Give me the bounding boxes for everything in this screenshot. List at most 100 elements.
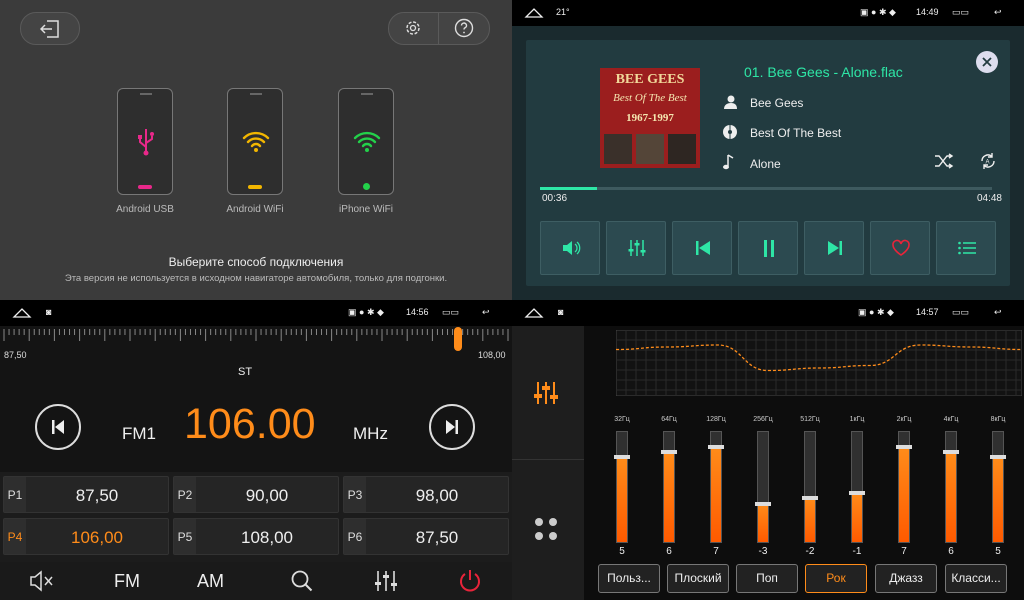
band-slider[interactable] [849, 431, 865, 543]
band-slider[interactable] [896, 431, 912, 543]
eq-preset-button[interactable]: Польз... [598, 564, 660, 593]
band-knob[interactable] [943, 449, 959, 454]
wifi-icon [353, 131, 381, 152]
band-frequency-label: 1кГц [849, 416, 865, 423]
status-bar: ◙ ▣ ● ✱ ◆ 14:57 ▭▭ ↩ [512, 300, 1024, 326]
playlist-button[interactable] [936, 221, 996, 275]
power-icon[interactable] [458, 569, 482, 593]
band-level-fill [993, 457, 1003, 542]
band-gain-value: 7 [901, 546, 907, 557]
eq-preset-button[interactable]: Поп [736, 564, 798, 593]
next-button[interactable] [804, 221, 864, 275]
equalizer-button[interactable] [606, 221, 666, 275]
camera-icon: ◙ [558, 307, 564, 317]
volume-button[interactable] [540, 221, 600, 275]
back-icon[interactable]: ↩ [994, 7, 1002, 18]
preset-value: 90,00 [245, 486, 289, 505]
am-button[interactable]: AM [197, 571, 224, 592]
pause-button[interactable] [738, 221, 798, 275]
band-knob[interactable] [614, 455, 630, 460]
eq-preset-button[interactable]: Плоский [667, 564, 729, 593]
android-wifi-label: Android WiFi [226, 204, 284, 215]
status-icons: ▣ ● ✱ ◆ [860, 7, 896, 17]
bottom-bar [0, 562, 512, 600]
heart-icon [892, 239, 910, 256]
band-slider[interactable] [708, 431, 724, 543]
stereo-indicator: ST [238, 366, 253, 378]
band-slider[interactable] [661, 431, 677, 543]
preset-p5[interactable]: P5 108,00 [173, 518, 339, 555]
favorite-button[interactable] [870, 221, 930, 275]
pause-icon [764, 240, 774, 257]
artist-name: Bee Gees [750, 96, 804, 110]
eq-preset-button[interactable]: Рок [805, 564, 867, 593]
settings-button[interactable] [389, 13, 439, 44]
eq-preset-button[interactable]: Джазз [875, 564, 937, 593]
equalizer-panel: ◙ ▣ ● ✱ ◆ 14:57 ▭▭ ↩ 32Гц 5 64Гц 6 128Гц 7 256… [512, 300, 1024, 600]
band-slider[interactable] [990, 431, 1006, 543]
repeat-icon[interactable]: A [978, 151, 998, 171]
band-slider[interactable] [943, 431, 959, 543]
band-knob[interactable] [708, 445, 724, 450]
preset-label: P3 [344, 477, 366, 512]
band-knob[interactable] [755, 501, 771, 506]
home-icon[interactable] [12, 306, 32, 318]
mute-icon[interactable] [29, 570, 55, 592]
status-icons: ▣ ● ✱ ◆ [348, 307, 384, 317]
back-icon[interactable]: ↩ [482, 307, 490, 318]
band-knob[interactable] [896, 445, 912, 450]
connection-panel: Android USB Android WiFi iPhone WiFi Выб… [0, 0, 512, 300]
preset-p2[interactable]: P2 90,00 [173, 476, 339, 513]
help-button[interactable] [440, 13, 490, 44]
preset-value: 87,50 [415, 528, 459, 547]
exit-icon [40, 20, 59, 38]
preset-label: P6 [344, 519, 366, 554]
band-knob[interactable] [802, 496, 818, 500]
equalizer-icon[interactable] [374, 569, 398, 593]
band-frequency-label: 4кГц [943, 416, 959, 423]
close-icon [982, 57, 992, 67]
search-icon[interactable] [290, 569, 314, 593]
close-button[interactable] [976, 51, 998, 73]
recent-apps-icon[interactable]: ▭▭ [442, 307, 459, 318]
fm-button[interactable]: FM [114, 571, 140, 592]
home-icon[interactable] [524, 306, 544, 318]
band-knob[interactable] [661, 449, 677, 454]
back-button[interactable] [20, 12, 80, 45]
preset-label: P1 [4, 477, 26, 512]
previous-button[interactable] [672, 221, 732, 275]
android-usb-option[interactable] [117, 88, 173, 195]
balance-tab[interactable] [512, 461, 584, 600]
band-gain-value: 7 [713, 546, 719, 557]
eq-preset-button[interactable]: Класси... [945, 564, 1007, 593]
band-gain-value: 6 [948, 546, 954, 557]
band-slider[interactable] [614, 431, 630, 543]
home-icon[interactable] [524, 6, 544, 18]
album-art-years: 1967-1997 [626, 112, 674, 124]
preset-p3[interactable]: P3 98,00 [343, 476, 509, 513]
eq-tab[interactable] [512, 326, 584, 460]
recent-apps-icon[interactable]: ▭▭ [952, 7, 969, 18]
settings-help-group [388, 12, 490, 45]
preset-value: 87,50 [75, 486, 119, 505]
band-knob[interactable] [990, 455, 1006, 460]
back-icon[interactable]: ↩ [994, 307, 1002, 318]
preset-p4[interactable]: P4 106,00 [3, 518, 169, 555]
band-knob[interactable] [849, 490, 865, 495]
iphone-wifi-option[interactable] [338, 88, 394, 195]
scale-marker[interactable] [454, 327, 462, 351]
frequency-scale[interactable] [0, 327, 512, 349]
band-slider[interactable] [755, 431, 771, 543]
progress-track[interactable] [540, 187, 992, 190]
android-wifi-option[interactable] [227, 88, 283, 195]
seek-back-button[interactable] [35, 404, 81, 450]
preset-p6[interactable]: P6 87,50 [343, 518, 509, 555]
band-gain-value: -3 [758, 546, 768, 557]
preset-p1[interactable]: P1 87,50 [3, 476, 169, 513]
seek-forward-button[interactable] [429, 404, 475, 450]
shuffle-icon[interactable] [934, 153, 954, 169]
total-time: 04:48 [976, 193, 1002, 204]
band-slider[interactable] [802, 431, 818, 543]
preset-label: P4 [4, 519, 26, 554]
recent-apps-icon[interactable]: ▭▭ [952, 307, 969, 318]
